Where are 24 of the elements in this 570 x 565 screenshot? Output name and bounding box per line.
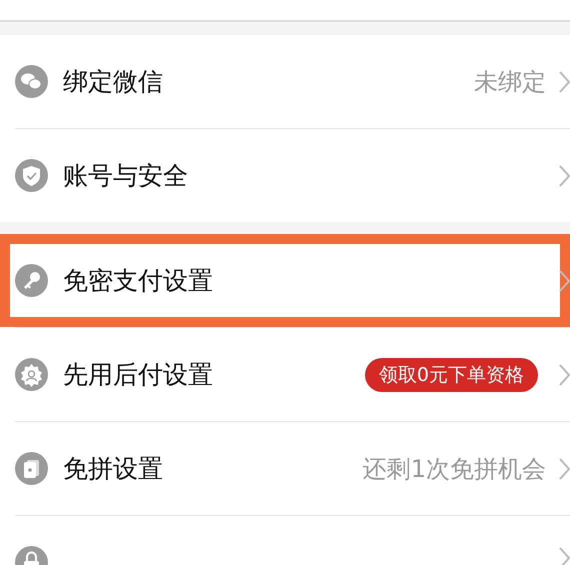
setting-row[interactable]: 账号与安全: [0, 129, 570, 222]
setting-row[interactable]: 绑定微信 未绑定: [0, 35, 570, 128]
chevron-icon: [558, 268, 570, 292]
chevron-icon: [558, 546, 570, 565]
shield-check-icon: [15, 159, 48, 192]
person-badge-icon: [15, 358, 48, 391]
star-card-icon: [15, 452, 48, 485]
setting-value: 未绑定: [474, 66, 546, 98]
setting-title: 绑定微信: [63, 66, 163, 98]
chevron-icon: [558, 362, 570, 386]
setting-title: 先用后付设置: [63, 359, 213, 391]
setting-row[interactable]: 免拼设置 还剩1次免拼机会: [0, 422, 570, 515]
setting-value: 还剩1次免拼机会: [362, 454, 546, 484]
setting-title: 免拼设置: [63, 453, 163, 485]
chat-bubbles-icon: [15, 65, 48, 98]
chevron-icon: [558, 164, 570, 188]
setting-title: 免密支付设置: [63, 265, 213, 297]
chevron-icon: [558, 456, 570, 480]
setting-title: 账号与安全: [63, 160, 188, 192]
highlighted-setting-row[interactable]: 免密支付设置: [0, 234, 570, 327]
key-icon: [15, 264, 48, 297]
promo-badge: 领取0元下单资格: [364, 358, 538, 392]
chevron-icon: [558, 70, 570, 94]
setting-row[interactable]: 先用后付设置 领取0元下单资格: [0, 328, 570, 421]
